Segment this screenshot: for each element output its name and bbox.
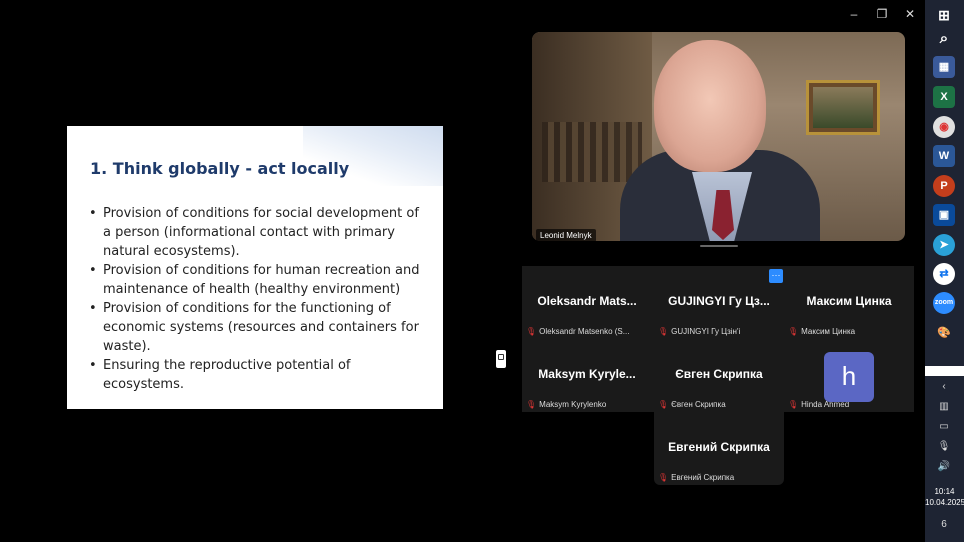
presentation-slide: 1. Think globally - act locally Provisio…: [67, 126, 443, 409]
chevron-left-icon[interactable]: ‹: [937, 380, 951, 394]
participant-label: 🎙 GUJINGYI Гу Цзін'і: [658, 327, 740, 336]
muted-mic-icon: 🎙: [658, 473, 669, 482]
slide-bullet-list: Provision of conditions for social devel…: [89, 204, 429, 394]
battery-icon[interactable]: ▭: [937, 420, 951, 434]
close-button[interactable]: ✕: [902, 6, 918, 22]
microphone-icon[interactable]: 🎙: [937, 440, 951, 454]
windows-taskbar: ⊞ ⌕ ▦ X ◉ W P ▣ ➤ ⇄ zoom 🎨 ‹ ▥ ▭ 🎙 🔊 10:…: [925, 0, 964, 542]
participant-label: 🎙 Максим Цинка: [788, 327, 855, 336]
calculator-icon[interactable]: ▦: [933, 56, 955, 78]
notification-count: 6: [941, 519, 947, 530]
minimize-button[interactable]: –: [846, 6, 862, 22]
participant-label-text: Oleksandr Matsenko (S...: [539, 327, 630, 336]
slide-bullet: Provision of conditions for human recrea…: [89, 261, 429, 299]
background-painting: [806, 80, 880, 135]
speaker-head: [654, 40, 766, 172]
app-icon[interactable]: ▣: [933, 204, 955, 226]
muted-mic-icon: 🎙: [788, 400, 799, 409]
participant-display-name: GUJINGYI Гу Цз...: [668, 294, 770, 308]
excel-icon[interactable]: X: [933, 86, 955, 108]
participant-label: 🎙 Oleksandr Matsenko (S...: [526, 327, 629, 336]
clock-time: 10:14: [934, 487, 955, 496]
zoom-meeting-window: – ❐ ✕ 1. Think globally - act locally Pr…: [0, 0, 964, 542]
muted-mic-icon: 🎙: [788, 327, 799, 336]
participant-tile[interactable]: GUJINGYI Гу Цз... 🎙 GUJINGYI Гу Цзін'і: [654, 266, 784, 339]
search-icon[interactable]: ⌕: [933, 28, 955, 50]
zoom-icon[interactable]: zoom: [933, 292, 955, 314]
participant-label-text: Maksym Kyrylenko: [539, 400, 607, 409]
video-resize-handle[interactable]: [700, 245, 738, 247]
slide-bullet: Ensuring the reproductive potential of e…: [89, 356, 429, 394]
speaker-name-label: Leonid Melnyk: [536, 229, 596, 242]
panel-toggle-icon: [498, 354, 504, 360]
participant-label: 🎙 Євген Скрипка: [658, 400, 726, 409]
clock-date: 10.04.2025: [925, 498, 964, 507]
participant-tile[interactable]: Максим Цинка 🎙 Максим Цинка: [784, 266, 914, 339]
participant-tile[interactable]: Oleksandr Mats... 🎙 Oleksandr Matsenko (S…: [522, 266, 652, 339]
teamviewer-icon[interactable]: ⇄: [933, 263, 955, 285]
participant-label: 🎙 Maksym Kyrylenko: [526, 400, 606, 409]
active-speaker-video[interactable]: [532, 32, 905, 241]
powerpoint-icon[interactable]: P: [933, 175, 955, 197]
participant-avatar: h: [824, 352, 874, 402]
taskbar-clock[interactable]: 10:14 10.04.2025: [925, 486, 964, 508]
participant-label-text: Євген Скрипка: [671, 400, 726, 409]
participant-tile[interactable]: Maksym Kyryle... 🎙 Maksym Kyrylenko: [522, 339, 652, 412]
participant-tile[interactable]: Евгений Скрипка 🎙 Евгений Скрипка: [654, 412, 784, 485]
background-shelf: [542, 122, 642, 182]
participant-label-text: Максим Цинка: [801, 327, 856, 336]
slide-title: 1. Think globally - act locally: [90, 159, 350, 178]
volume-icon[interactable]: 🔊: [937, 460, 951, 474]
taskbar-scrollbar[interactable]: [925, 366, 964, 376]
participant-label-text: Евгений Скрипка: [671, 473, 735, 482]
chrome-icon[interactable]: ◉: [933, 116, 955, 138]
participant-label-text: GUJINGYI Гу Цзін'і: [671, 327, 741, 336]
muted-mic-icon: 🎙: [526, 400, 537, 409]
muted-mic-icon: 🎙: [658, 327, 669, 336]
participant-display-name: Maksym Kyryle...: [538, 367, 636, 381]
participant-label: 🎙 Евгений Скрипка: [658, 473, 734, 482]
participant-display-name: Евгений Скрипка: [668, 440, 770, 454]
word-icon[interactable]: W: [933, 145, 955, 167]
paint-icon[interactable]: 🎨: [933, 322, 955, 344]
notification-icon[interactable]: 6: [937, 518, 951, 532]
participant-display-name: Євген Скрипка: [675, 367, 763, 381]
slide-bullet: Provision of conditions for the function…: [89, 299, 429, 356]
telegram-icon[interactable]: ➤: [933, 234, 955, 256]
slide-bullet: Provision of conditions for social devel…: [89, 204, 429, 261]
muted-mic-icon: 🎙: [658, 400, 669, 409]
muted-mic-icon: 🎙: [526, 327, 537, 336]
participant-tile[interactable]: Євген Скрипка 🎙 Євген Скрипка: [654, 339, 784, 412]
windows-start-icon[interactable]: ⊞: [933, 4, 955, 26]
restore-button[interactable]: ❐: [874, 6, 890, 22]
participant-display-name: Oleksandr Mats...: [537, 294, 637, 308]
participant-display-name: Максим Цинка: [806, 294, 892, 308]
gallery-more-button[interactable]: ···: [769, 269, 783, 283]
side-panel-toggle[interactable]: [496, 350, 506, 368]
network-icon[interactable]: ▥: [937, 400, 951, 414]
